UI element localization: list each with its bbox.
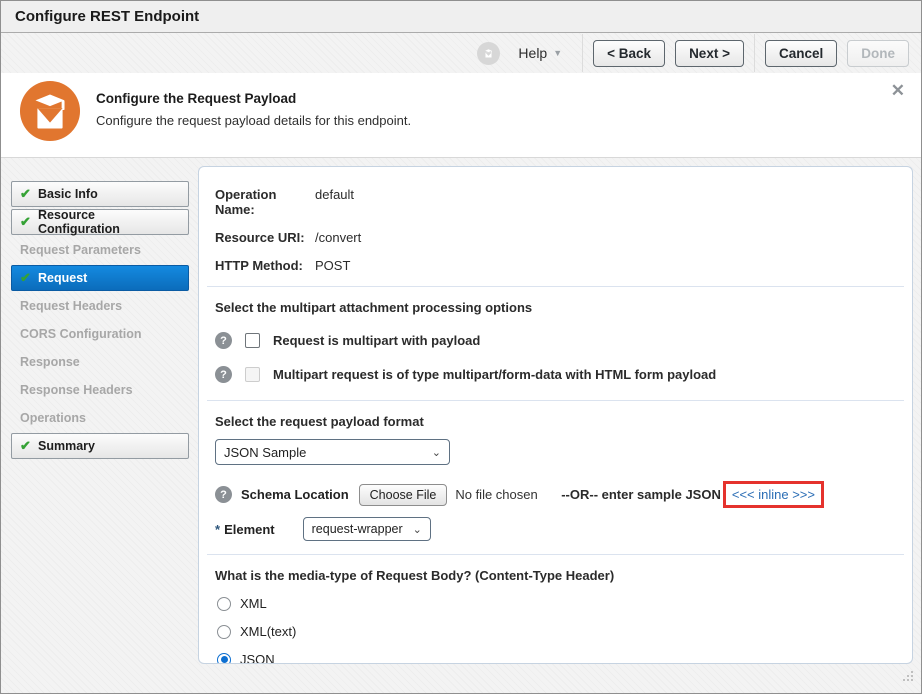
help-question-icon[interactable]: ? <box>215 366 232 383</box>
multipart-formdata-checkbox <box>245 367 260 382</box>
media-type-option-xml-text: XML(text) <box>217 624 896 639</box>
sidebar-item-request-parameters: Request Parameters <box>11 237 189 263</box>
checkbox-label: Multipart request is of type multipart/f… <box>273 367 716 382</box>
element-selected-value: request-wrapper <box>312 522 403 536</box>
page-title: Configure the Request Payload <box>96 91 411 106</box>
sidebar-item-request[interactable]: ✔ Request <box>11 265 189 291</box>
sidebar-item-operations: Operations <box>11 405 189 431</box>
resize-grip-icon[interactable] <box>902 670 914 688</box>
http-method-label: HTTP Method: <box>215 258 315 273</box>
wizard-steps-sidebar: ✔ Basic Info ✔ Resource Configuration Re… <box>11 181 189 461</box>
step-label: Resource Configuration <box>38 208 180 236</box>
checkbox-label: Request is multipart with payload <box>273 333 480 348</box>
payload-format-select[interactable]: JSON Sample ⌄ <box>215 439 450 465</box>
sidebar-item-basic-info[interactable]: ✔ Basic Info <box>11 181 189 207</box>
wizard-header-text: Configure the Request Payload Configure … <box>96 91 411 128</box>
sidebar-item-summary[interactable]: ✔ Summary <box>11 433 189 459</box>
http-method-value: POST <box>315 258 350 273</box>
schema-location-label: Schema Location <box>241 487 349 502</box>
resource-uri-row: Resource URI: /convert <box>215 230 896 245</box>
radio-button-selected[interactable] <box>217 653 231 665</box>
step-label: CORS Configuration <box>20 327 142 341</box>
sidebar-item-response: Response <box>11 349 189 375</box>
adapter-avatar-icon <box>477 42 500 65</box>
rest-adapter-icon <box>19 80 81 142</box>
sidebar-item-response-headers: Response Headers <box>11 377 189 403</box>
element-label: Element <box>224 522 275 537</box>
step-label: Request Headers <box>20 299 122 313</box>
section-divider <box>207 400 904 401</box>
payload-format-selected-value: JSON Sample <box>224 445 306 460</box>
step-label: Operations <box>20 411 86 425</box>
step-label: Response <box>20 355 80 369</box>
http-method-row: HTTP Method: POST <box>215 258 896 273</box>
radio-button[interactable] <box>217 597 231 611</box>
check-icon: ✔ <box>20 438 38 454</box>
step-label: Response Headers <box>20 383 133 397</box>
multipart-section-heading: Select the multipart attachment processi… <box>215 300 896 315</box>
inline-link-annotation-box: <<< inline >>> <box>723 481 824 508</box>
help-question-icon[interactable]: ? <box>215 332 232 349</box>
wizard-header: Configure the Request Payload Configure … <box>1 73 921 158</box>
back-button[interactable]: < Back <box>593 40 665 67</box>
radio-label: JSON <box>240 652 275 664</box>
radio-label: XML <box>240 596 267 611</box>
wizard-toolbar: Help ▼ < Back Next > Cancel Done <box>1 33 921 73</box>
radio-label: XML(text) <box>240 624 296 639</box>
check-icon: ✔ <box>20 214 38 230</box>
payload-format-heading: Select the request payload format <box>215 414 896 429</box>
cancel-button[interactable]: Cancel <box>765 40 837 67</box>
or-enter-sample-group: --OR-- enter sample JSON <<< inline >>> <box>561 481 824 508</box>
section-divider <box>207 286 904 287</box>
operation-name-label: Operation Name: <box>215 187 315 217</box>
multipart-option-row: ? Multipart request is of type multipart… <box>215 366 896 383</box>
adapter-glyph-icon <box>481 46 496 61</box>
request-config-panel: Operation Name: default Resource URI: /c… <box>198 166 913 664</box>
sidebar-item-request-headers: Request Headers <box>11 293 189 319</box>
close-icon[interactable]: ✕ <box>891 82 905 99</box>
step-label: Request <box>38 271 87 285</box>
resource-uri-label: Resource URI: <box>215 230 315 245</box>
no-file-chosen-text: No file chosen <box>455 487 537 502</box>
chevron-down-icon: ⌄ <box>432 446 441 459</box>
resource-uri-value: /convert <box>315 230 361 245</box>
operation-name-value: default <box>315 187 354 217</box>
next-button[interactable]: Next > <box>675 40 744 67</box>
step-label: Summary <box>38 439 95 453</box>
media-type-option-xml: XML <box>217 596 896 611</box>
done-button: Done <box>847 40 909 67</box>
sidebar-item-cors-configuration: CORS Configuration <box>11 321 189 347</box>
request-multipart-checkbox[interactable] <box>245 333 260 348</box>
step-label: Request Parameters <box>20 243 141 257</box>
help-question-icon[interactable]: ? <box>215 486 232 503</box>
help-menu[interactable]: Help ▼ <box>518 45 562 61</box>
toolbar-separator <box>582 34 583 72</box>
toolbar-separator <box>754 34 755 72</box>
check-icon: ✔ <box>20 270 38 286</box>
schema-location-row: ? Schema Location Choose File No file ch… <box>215 481 896 508</box>
media-type-option-json: JSON <box>217 652 896 664</box>
page-subtitle: Configure the request payload details fo… <box>96 113 411 128</box>
sidebar-item-resource-configuration[interactable]: ✔ Resource Configuration <box>11 209 189 235</box>
inline-json-link[interactable]: <<< inline >>> <box>732 487 815 502</box>
radio-button[interactable] <box>217 625 231 639</box>
configure-rest-endpoint-dialog: Configure REST Endpoint Help ▼ < Back Ne… <box>0 0 922 694</box>
element-field-row: * Element request-wrapper ⌄ <box>215 517 896 541</box>
or-enter-sample-label: --OR-- enter sample JSON <box>561 487 721 502</box>
section-divider <box>207 554 904 555</box>
element-select[interactable]: request-wrapper ⌄ <box>303 517 431 541</box>
choose-file-button[interactable]: Choose File <box>359 484 448 506</box>
required-asterisk: * <box>215 522 220 537</box>
wizard-body: ✔ Basic Info ✔ Resource Configuration Re… <box>1 158 921 694</box>
window-title: Configure REST Endpoint <box>15 8 199 25</box>
multipart-option-row: ? Request is multipart with payload <box>215 332 896 349</box>
window-title-bar: Configure REST Endpoint <box>1 1 921 33</box>
media-type-heading: What is the media-type of Request Body? … <box>215 568 896 583</box>
chevron-down-icon: ⌄ <box>413 523 422 536</box>
help-label: Help <box>518 45 547 61</box>
step-label: Basic Info <box>38 187 98 201</box>
help-caret-icon: ▼ <box>553 48 562 58</box>
check-icon: ✔ <box>20 186 38 202</box>
operation-name-row: Operation Name: default <box>215 187 896 217</box>
